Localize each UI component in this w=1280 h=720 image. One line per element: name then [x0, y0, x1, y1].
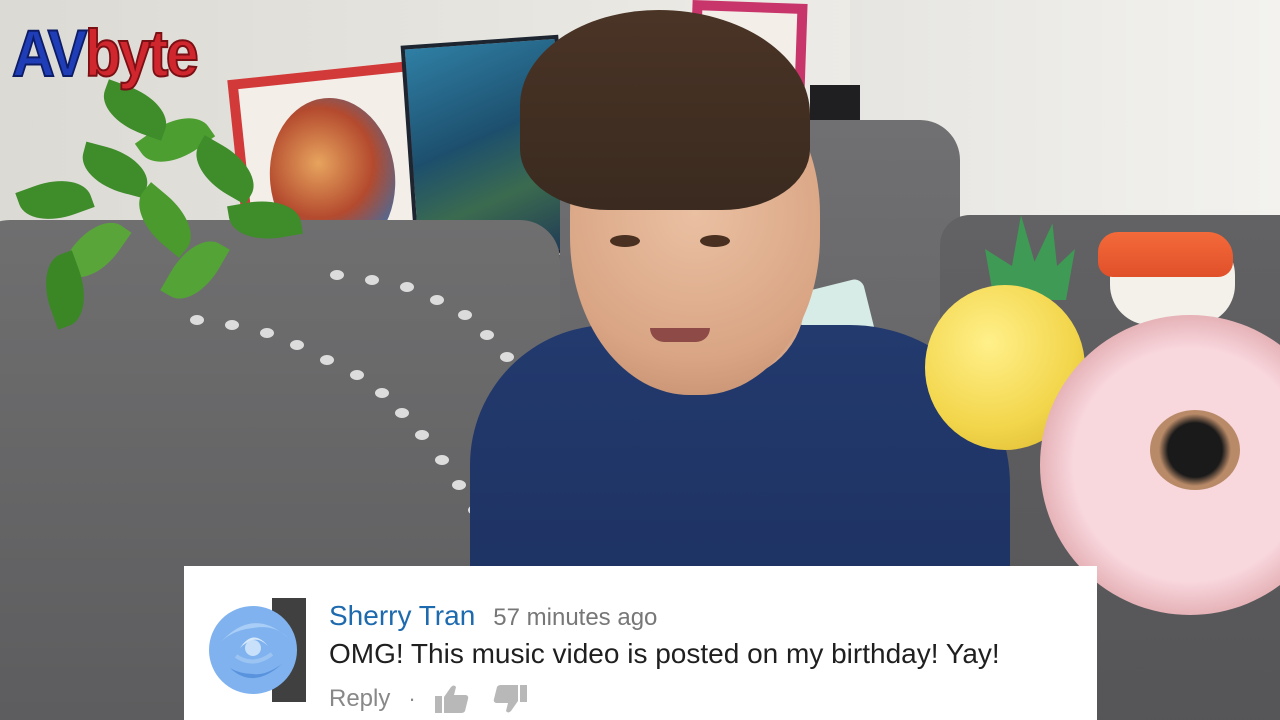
comment-timestamp[interactable]: 57 minutes ago: [493, 604, 657, 631]
author-link[interactable]: Sherry Tran: [329, 600, 475, 631]
thumbs-down-icon[interactable]: [492, 683, 528, 715]
reply-button[interactable]: Reply: [329, 685, 390, 713]
comment-actions: Reply ·: [329, 683, 550, 715]
comment-card: Sherry Tran 57 minutes ago OMG! This musi…: [184, 566, 1097, 720]
thumbs-up-icon[interactable]: [434, 683, 470, 715]
avbyte-watermark: AVbyte: [11, 16, 200, 90]
comment-text: OMG! This music video is posted on my bi…: [329, 638, 1000, 669]
hair: [520, 10, 810, 210]
separator-dot: ·: [408, 686, 416, 711]
potted-plant: [0, 60, 330, 330]
blue-rose-avatar[interactable]: [200, 598, 306, 702]
comment-header: Sherry Tran 57 minutes ago: [329, 600, 657, 632]
